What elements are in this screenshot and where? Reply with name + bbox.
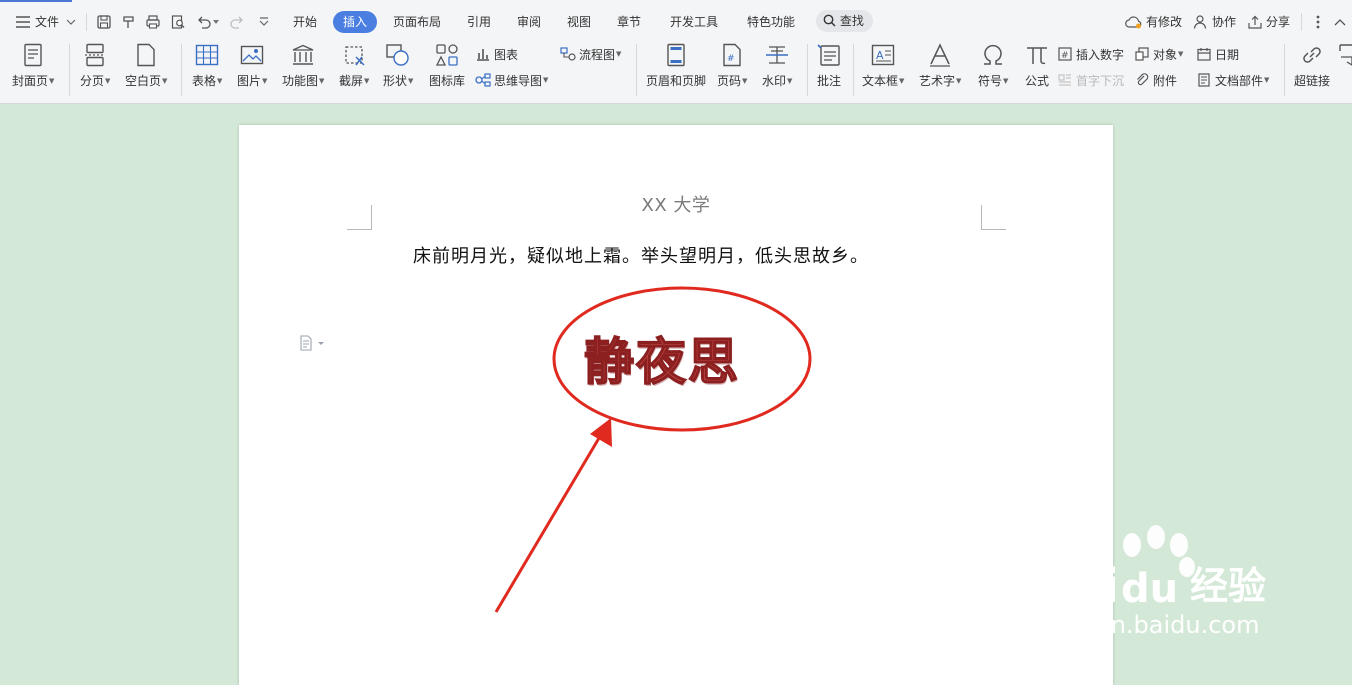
red-arrow-shaft xyxy=(494,432,604,613)
red-highlight-ellipse xyxy=(552,286,812,432)
baidu-jingyan-watermark: Bai du 经验 jingyan.baidu.com xyxy=(1037,525,1266,639)
watermark-brand-b: du xyxy=(1121,566,1178,612)
watermark-brand-a: Bai xyxy=(1037,559,1119,613)
watermark-brand-c: 经验 xyxy=(1190,564,1266,608)
watermark-url: jingyan.baidu.com xyxy=(1037,611,1259,639)
red-arrow-head xyxy=(590,418,612,447)
